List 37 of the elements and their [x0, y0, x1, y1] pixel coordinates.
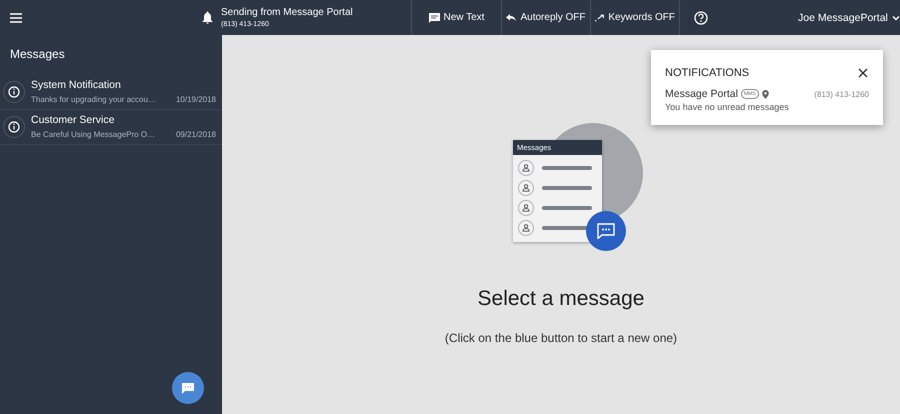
- reply-icon: [506, 13, 516, 22]
- arrow-icon: [595, 14, 604, 22]
- chat-icon: [182, 382, 194, 394]
- sidebar-title: Messages: [10, 47, 66, 61]
- conversation-date: 10/19/2018: [176, 95, 216, 104]
- conversation-item[interactable]: Customer Service Be Careful Using MessagePro O… 09/21/2018: [0, 110, 222, 145]
- conversation-name: System Notification: [31, 79, 122, 91]
- empty-state-hint: (Click on the blue button to start a new one): [444, 331, 678, 345]
- message-icon: [428, 12, 440, 22]
- text-line: [542, 166, 592, 170]
- conversation-name: Customer Service: [31, 114, 116, 126]
- sender-title: Sending from Message Portal: [221, 7, 354, 18]
- conversation-date: 09/21/2018: [176, 130, 216, 139]
- user-menu[interactable]: Joe MessagePortal: [798, 0, 900, 35]
- conversation-item[interactable]: System Notification Thanks for upgrading your accou… 10/19/2018: [0, 75, 222, 110]
- close-icon[interactable]: [857, 67, 869, 79]
- person-icon: [518, 180, 534, 196]
- chat-bubble-drawing: [586, 211, 626, 251]
- help-icon[interactable]: [694, 10, 708, 24]
- info-icon: [3, 116, 25, 138]
- text-line: [542, 186, 592, 190]
- notification-message: You have no unread messages: [665, 102, 790, 112]
- notification-number: (813) 413-1260: [814, 90, 869, 98]
- conversation-preview: Thanks for upgrading your accou…: [31, 95, 156, 104]
- bell-icon[interactable]: [202, 11, 213, 24]
- person-icon: [518, 200, 534, 216]
- text-line: [542, 206, 592, 210]
- chevron-down-icon: [892, 14, 900, 20]
- info-icon: [3, 80, 25, 102]
- notifications-title: NOTIFICATIONS: [665, 67, 750, 79]
- person-icon: [518, 160, 534, 176]
- notification-name: Message Portal: [665, 88, 738, 100]
- person-icon: [518, 220, 534, 236]
- location-pin-icon: [762, 90, 769, 98]
- new-message-button[interactable]: [172, 372, 204, 404]
- empty-state-heading: Select a message: [478, 287, 644, 311]
- conversation-preview: Be Careful Using MessagePro O…: [31, 130, 156, 139]
